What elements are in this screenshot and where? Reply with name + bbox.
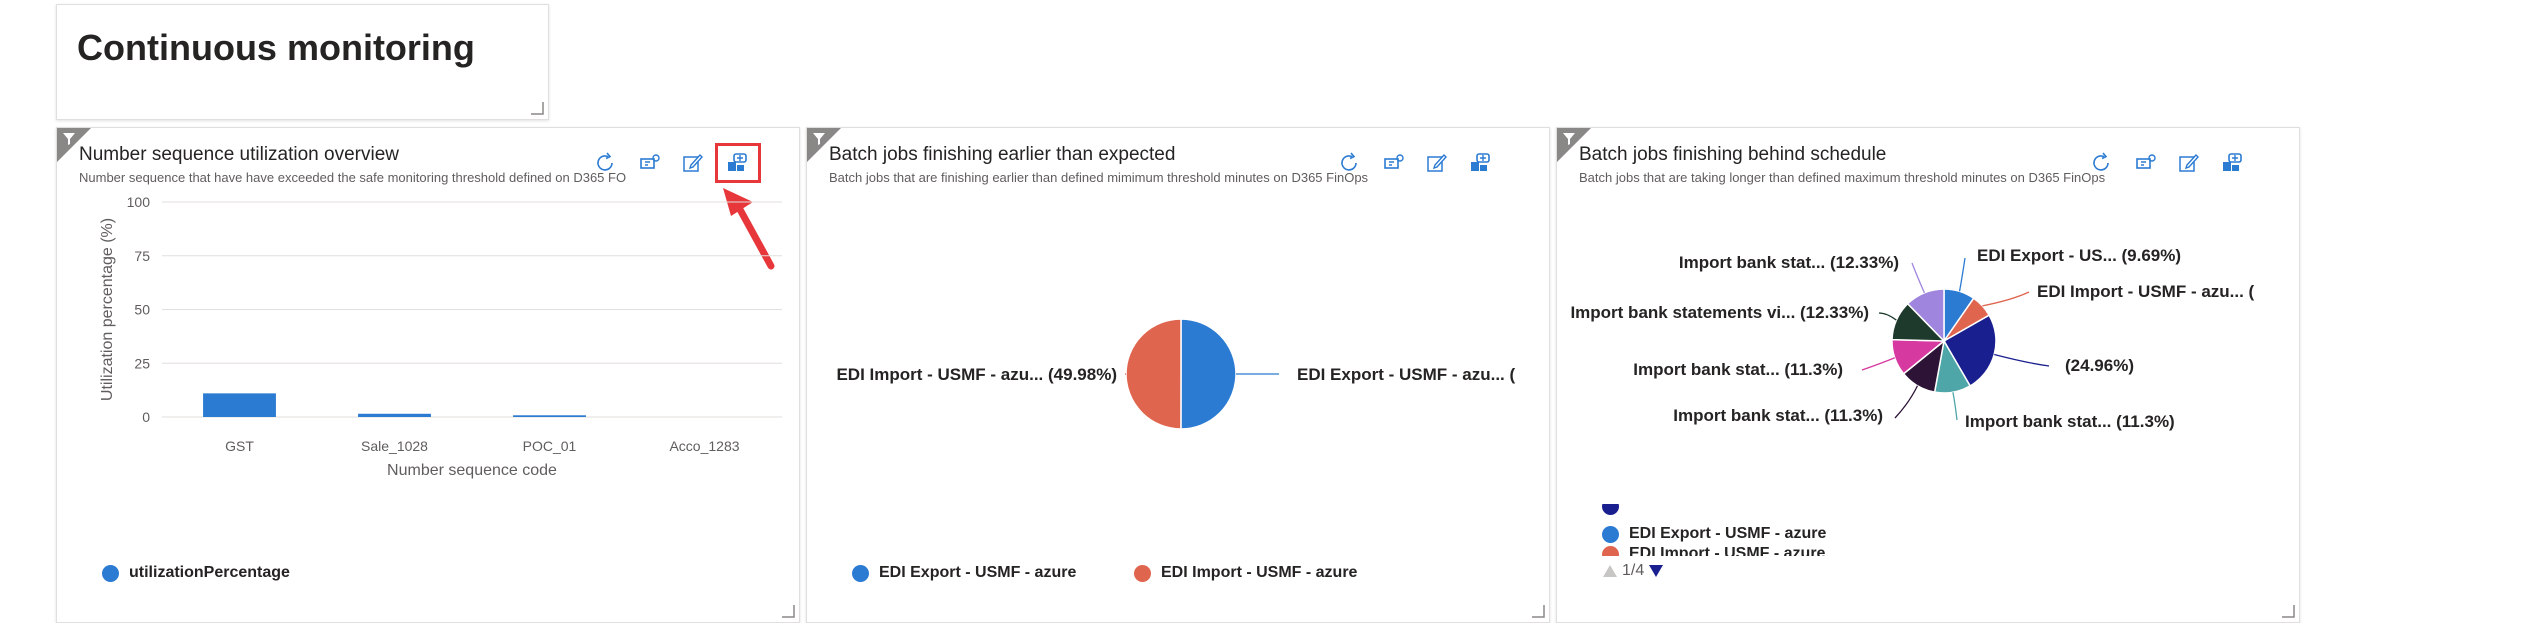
slice-label: (24.96%)	[2065, 356, 2134, 375]
y-tick-label: 50	[134, 302, 150, 318]
edit-icon	[681, 151, 705, 175]
edit-button[interactable]	[679, 150, 707, 176]
legend-marker	[1602, 504, 1619, 515]
y-axis-title: Utilization percentage (%)	[99, 218, 116, 401]
tile-subtitle: Batch jobs that are taking longer than d…	[1579, 170, 2105, 185]
slice-label: EDI Import - USMF - azu... (	[2037, 282, 2255, 301]
edit-icon	[2177, 151, 2201, 175]
pager-up-icon[interactable]	[1602, 564, 1618, 578]
legend-item[interactable]: utilizationPercentage	[102, 564, 290, 582]
pie-chart: EDI Export - USMF - azu... ( EDI Import -…	[807, 188, 1547, 568]
resize-handle[interactable]	[2281, 604, 2295, 618]
refresh-button[interactable]	[591, 150, 619, 176]
chart-settings-button[interactable]	[2131, 150, 2159, 176]
legend-item[interactable]: EDI Export - USMF - azure	[852, 564, 1076, 582]
legend-label: EDI Export - USMF - azure	[879, 564, 1076, 582]
tile-number-sequence: Number sequence utilization overview Num…	[56, 127, 800, 623]
pager-down-icon[interactable]	[1648, 564, 1664, 578]
leader-line	[1953, 392, 1957, 420]
slice-label: EDI Import - USMF - azu... (49.98%)	[836, 365, 1117, 384]
x-tick-label: GST	[225, 438, 254, 454]
tile-subtitle: Batch jobs that are finishing earlier th…	[829, 170, 1368, 185]
y-tick-label: 25	[134, 355, 150, 371]
edit-button[interactable]	[1423, 150, 1451, 176]
leader-line	[1879, 313, 1896, 320]
settings-icon	[1381, 151, 1405, 175]
legend-marker	[1602, 546, 1619, 557]
legend-item[interactable]: EDI Import - USMF - azure	[1134, 564, 1357, 582]
tiles-icon	[1469, 151, 1493, 175]
slice-label: Import bank stat... (11.3%)	[1965, 412, 2175, 431]
edit-button[interactable]	[2175, 150, 2203, 176]
bar	[513, 415, 586, 417]
resize-handle[interactable]	[781, 604, 795, 618]
dashboard-tile-button[interactable]	[1467, 150, 1495, 176]
tile-title: Number sequence utilization overview	[79, 144, 399, 166]
leader-line	[1994, 354, 2049, 366]
refresh-icon	[1337, 151, 1361, 175]
legend-item[interactable]: EDI Import - USMF - azure	[1602, 544, 1862, 556]
tile-title: Batch jobs finishing earlier than expect…	[829, 144, 1175, 166]
settings-icon	[2133, 151, 2157, 175]
refresh-button[interactable]	[1335, 150, 1363, 176]
x-tick-label: Sale_1028	[361, 438, 428, 454]
pie-slice	[1126, 319, 1181, 429]
refresh-icon	[593, 151, 617, 175]
leader-line	[1895, 386, 1917, 418]
y-tick-label: 100	[127, 194, 151, 210]
legend-marker	[102, 565, 119, 582]
edit-icon	[1425, 151, 1449, 175]
slice-label: Import bank stat... (12.33%)	[1679, 253, 1899, 272]
bar	[203, 393, 276, 417]
legend-pager: 1/4	[1602, 562, 1664, 580]
slice-label: Import bank statements vi... (12.33%)	[1570, 303, 1869, 322]
bar	[358, 414, 431, 417]
pager-label: 1/4	[1622, 562, 1644, 580]
chart-settings-button[interactable]	[1379, 150, 1407, 176]
tiles-icon	[726, 151, 750, 175]
settings-icon	[637, 151, 661, 175]
legend-label: EDI Import - USMF - azure	[1161, 564, 1357, 582]
slice-label: EDI Export - USMF - azu... (	[1297, 365, 1516, 384]
pie-slice	[1181, 319, 1236, 429]
legend-scroll-area[interactable]: EDI Export - USMF - azure EDI Import - U…	[1602, 504, 1862, 556]
legend-label: EDI Export - USMF - azure	[1629, 525, 1826, 543]
tile-title: Batch jobs finishing behind schedule	[1579, 144, 1886, 166]
refresh-icon	[2089, 151, 2113, 175]
tile-subtitle: Number sequence that have have exceeded …	[79, 170, 626, 185]
leader-line	[1912, 263, 1924, 293]
dashboard-tile-button[interactable]	[2219, 150, 2247, 176]
leader-line	[1960, 258, 1965, 291]
legend-marker	[852, 565, 869, 582]
tile-batch-early: Batch jobs finishing earlier than expect…	[806, 127, 1550, 623]
legend-label: utilizationPercentage	[129, 564, 290, 582]
chart-settings-button[interactable]	[635, 150, 663, 176]
legend-label: EDI Import - USMF - azure	[1629, 545, 1825, 556]
tiles-icon	[2221, 151, 2245, 175]
y-tick-label: 75	[134, 248, 150, 264]
legend-item[interactable]: EDI Export - USMF - azure	[1602, 524, 1862, 544]
y-tick-label: 0	[142, 409, 150, 425]
slice-label: EDI Export - US... (9.69%)	[1977, 246, 2181, 265]
dashboard-tile-button[interactable]	[724, 150, 752, 176]
tile-batch-behind: Batch jobs finishing behind schedule Bat…	[1556, 127, 2300, 623]
legend-item[interactable]	[1602, 504, 1862, 524]
dashboard-title-tile: Continuous monitoring	[56, 4, 549, 120]
x-tick-label: POC_01	[523, 438, 577, 454]
legend-marker	[1134, 565, 1151, 582]
bar-chart: 0 25 50 75 100 GST Sale_1028 POC_01 Acco_1283 Num…	[57, 190, 797, 590]
x-axis-title: Number sequence code	[387, 462, 557, 479]
legend-marker	[1602, 526, 1619, 543]
leader-line	[1982, 292, 2029, 306]
slice-label: Import bank stat... (11.3%)	[1633, 360, 1843, 379]
x-tick-label: Acco_1283	[669, 438, 739, 454]
refresh-button[interactable]	[2087, 150, 2115, 176]
slice-label: Import bank stat... (11.3%)	[1673, 406, 1883, 425]
pie-chart: EDI Export - US... (9.69%) EDI Import - U…	[1557, 188, 2297, 528]
resize-handle[interactable]	[1531, 604, 1545, 618]
page-title: Continuous monitoring	[77, 27, 475, 69]
resize-handle[interactable]	[530, 101, 544, 115]
leader-line	[1862, 358, 1895, 370]
